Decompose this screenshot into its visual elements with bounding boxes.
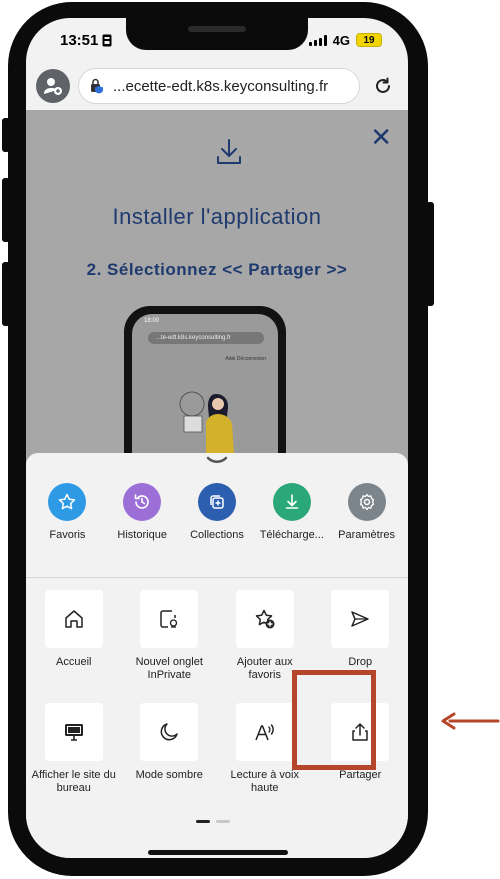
collections-icon	[210, 495, 224, 509]
page-title: Installer l'application	[112, 204, 322, 229]
add-favorite-icon	[255, 609, 275, 629]
downloads-label: Télécharge...	[259, 529, 324, 541]
history-label: Historique	[117, 529, 167, 541]
history-circle	[123, 483, 162, 521]
dark-mode-tile	[140, 703, 199, 761]
volume-down-button	[2, 262, 10, 326]
close-button[interactable]: ✕	[370, 124, 392, 150]
collapse-handle[interactable]	[206, 455, 228, 465]
id-card-icon	[102, 34, 112, 46]
settings-label: Paramètres	[338, 529, 396, 541]
menu-sheet: Favoris Historique Collections Télécharg…	[26, 453, 408, 858]
read-aloud-icon	[255, 724, 274, 741]
browser-toolbar: ...ecette-edt.k8s.keyconsulting.fr	[26, 62, 408, 110]
desktop-icon	[64, 724, 83, 741]
drop-label: Drop	[348, 656, 373, 668]
home-tile	[44, 590, 103, 648]
reload-button[interactable]	[368, 71, 398, 101]
battery-icon: 19	[356, 33, 382, 47]
signal-icon	[308, 34, 327, 46]
download-arrow-icon	[285, 494, 299, 509]
settings-circle	[347, 483, 386, 521]
home-indicator[interactable]	[148, 850, 288, 855]
page-indicator	[196, 820, 230, 823]
read-aloud-tile	[235, 703, 294, 761]
illustration-url: ...te-edt.k8s.keyconsulting.fr	[148, 332, 264, 344]
quick-actions-row: Favoris Historique Collections Télécharg…	[26, 483, 408, 563]
page-dot[interactable]	[216, 820, 230, 823]
lock-shield-icon	[91, 78, 103, 94]
history-button[interactable]: Historique	[105, 483, 180, 563]
share-label: Partager	[339, 769, 382, 781]
desktop-site-tile	[44, 703, 103, 761]
star-icon	[59, 493, 76, 510]
desktop-site-label: Afficher le site du bureau	[31, 769, 116, 794]
user-add-icon	[44, 78, 62, 95]
inprivate-tab-icon	[160, 610, 178, 628]
drop-tile	[331, 590, 390, 648]
side-button	[2, 118, 10, 152]
gear-icon	[359, 493, 374, 511]
install-step: 2. Sélectionnez << Partager >>	[86, 260, 348, 279]
illustration-links: Aide Déconnexion	[225, 356, 266, 362]
home-label: Accueil	[56, 656, 92, 668]
collections-label: Collections	[190, 529, 244, 541]
favorites-circle	[48, 483, 87, 521]
moon-icon	[160, 723, 178, 741]
inprivate-label: Nouvel onglet InPrivate	[135, 656, 203, 681]
add-favorite-tile	[235, 590, 294, 648]
favorites-button[interactable]: Favoris	[30, 483, 105, 563]
illustration-person	[179, 391, 234, 454]
status-bar: 13:51 4G 19	[26, 18, 408, 62]
url-text: ...ecette-edt.k8s.keyconsulting.fr	[113, 77, 329, 95]
inprivate-tab-button[interactable]: Nouvel onglet InPrivate	[122, 590, 218, 703]
battery-level: 19	[363, 34, 375, 46]
home-icon	[65, 610, 83, 628]
pointer-arrow-icon	[441, 712, 500, 730]
menu-divider	[26, 577, 408, 578]
desktop-site-button[interactable]: Afficher le site du bureau	[26, 703, 122, 816]
history-icon	[134, 494, 149, 509]
volume-up-button	[2, 178, 10, 242]
collections-circle	[197, 483, 236, 521]
dark-mode-button[interactable]: Mode sombre	[122, 703, 218, 816]
settings-button[interactable]: Paramètres	[329, 483, 404, 563]
page-dot-active[interactable]	[196, 820, 210, 823]
status-time: 13:51	[60, 31, 99, 49]
downloads-button[interactable]: Télécharge...	[254, 483, 329, 563]
address-bar[interactable]: ...ecette-edt.k8s.keyconsulting.fr	[78, 68, 360, 104]
read-aloud-label: Lecture à voix haute	[230, 769, 299, 794]
home-button[interactable]: Accueil	[26, 590, 122, 703]
downloads-circle	[272, 483, 311, 521]
reload-icon	[376, 77, 390, 93]
share-highlight-box	[292, 670, 376, 770]
power-button	[426, 202, 434, 306]
download-icon	[217, 139, 241, 164]
illustration-time: 18:00	[144, 318, 160, 324]
inprivate-tile	[140, 590, 199, 648]
network-type: 4G	[332, 32, 350, 48]
favorites-label: Favoris	[49, 529, 86, 541]
profile-avatar[interactable]	[36, 69, 70, 103]
send-icon	[351, 611, 369, 627]
dark-mode-label: Mode sombre	[135, 769, 203, 781]
collections-button[interactable]: Collections	[180, 483, 255, 563]
